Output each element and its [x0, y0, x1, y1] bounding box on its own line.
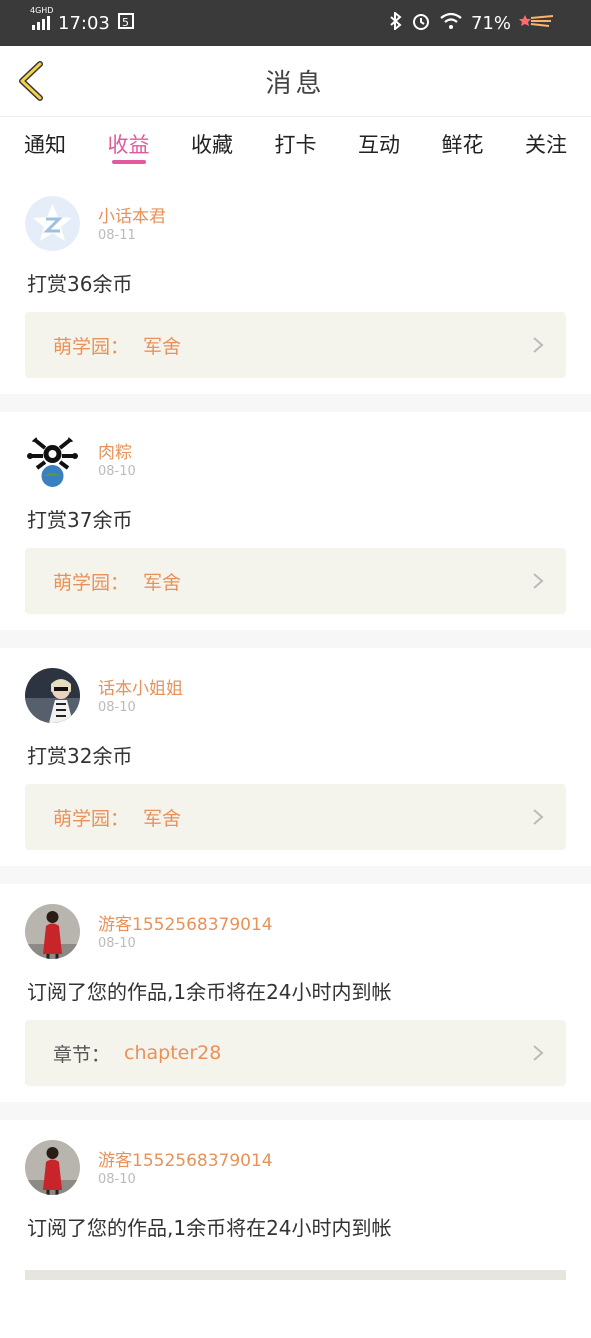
battery-text: 71% — [470, 12, 511, 34]
chapter-link-panel-partial[interactable] — [25, 1270, 566, 1280]
message-date: 08-10 — [98, 700, 136, 715]
sender-name[interactable]: 话本小姐姐 — [98, 674, 183, 699]
z-logo-icon — [25, 196, 80, 251]
chevron-right-icon — [533, 573, 544, 589]
page-title: 消息 — [265, 68, 326, 99]
chevron-right-icon — [533, 809, 544, 825]
alarm-icon — [411, 11, 431, 36]
sender-name[interactable]: 肉粽 — [98, 438, 132, 463]
panel-value: chapter28 — [124, 1042, 222, 1064]
message-item: 游客1552568379014 08-10 订阅了您的作品,1余币将在24小时内… — [0, 884, 591, 1120]
bluetooth-icon — [389, 10, 403, 35]
user-photo-icon — [25, 668, 80, 723]
back-chevron-icon — [14, 61, 48, 106]
user-photo-icon — [25, 904, 80, 959]
message-item: 肉粽 08-10 打赏37余币 萌学园： 军舍 — [0, 412, 591, 648]
panel-value: 军舍 — [143, 807, 182, 830]
panel-label: 萌学园： — [53, 335, 130, 358]
panel-label: 萌学园： — [53, 807, 130, 830]
tab-flowers[interactable]: 鲜花 — [442, 117, 484, 170]
message-text: 订阅了您的作品,1余币将在24小时内到帐 — [27, 980, 392, 1004]
message-item: 小话本君 08-11 打赏36余币 萌学园： 军舍 — [0, 176, 591, 412]
panel-value: 军舍 — [143, 571, 182, 594]
panel-label: 萌学园： — [53, 571, 130, 594]
back-button[interactable] — [14, 60, 48, 102]
tab-favorites[interactable]: 收藏 — [191, 117, 233, 170]
panel-label: 章节： — [53, 1043, 111, 1066]
chevron-right-icon — [533, 1045, 544, 1061]
cartoon-avatar-icon — [25, 432, 80, 487]
svg-text:5: 5 — [122, 16, 129, 29]
sender-name[interactable]: 游客1552568379014 — [98, 1146, 273, 1171]
avatar[interactable] — [25, 904, 80, 959]
chevron-right-icon — [533, 337, 544, 353]
tab-follows[interactable]: 关注 — [525, 117, 567, 170]
shooting-star-icon — [519, 13, 554, 34]
tab-interactions[interactable]: 互动 — [358, 117, 400, 170]
sender-name[interactable]: 小话本君 — [98, 202, 166, 227]
tab-bar: 通知 收益 收藏 打卡 互动 鲜花 关注 — [0, 116, 591, 170]
tab-earnings[interactable]: 收益 — [108, 117, 150, 170]
panel-value: 军舍 — [143, 335, 182, 358]
message-date: 08-10 — [98, 1172, 136, 1187]
message-text: 订阅了您的作品,1余币将在24小时内到帐 — [27, 1216, 392, 1240]
tab-notifications[interactable]: 通知 — [24, 117, 66, 170]
avatar[interactable] — [25, 1140, 80, 1195]
avatar[interactable] — [25, 196, 80, 251]
status-bar: 4GHD 17:03 5 71% — [0, 0, 591, 46]
message-item: 游客1552568379014 08-10 订阅了您的作品,1余币将在24小时内… — [0, 1120, 591, 1338]
message-text: 打赏36余币 — [27, 272, 133, 296]
avatar[interactable] — [25, 668, 80, 723]
avatar[interactable] — [25, 432, 80, 487]
chapter-link-panel[interactable]: 章节： chapter28 — [25, 1020, 566, 1086]
message-text: 打赏37余币 — [27, 508, 133, 532]
message-date: 08-10 — [98, 936, 136, 951]
work-link-panel[interactable]: 萌学园： 军舍 — [25, 312, 566, 378]
message-text: 打赏32余币 — [27, 744, 133, 768]
message-date: 08-10 — [98, 464, 136, 479]
work-link-panel[interactable]: 萌学园： 军舍 — [25, 784, 566, 850]
app-notification-icon: 5 — [117, 12, 134, 34]
message-item: 话本小姐姐 08-10 打赏32余币 萌学园： 军舍 — [0, 648, 591, 884]
work-link-panel[interactable]: 萌学园： 军舍 — [25, 548, 566, 614]
user-photo-icon — [25, 1140, 80, 1195]
wifi-icon — [439, 12, 463, 35]
sender-name[interactable]: 游客1552568379014 — [98, 910, 273, 935]
header: 消息 — [0, 46, 591, 116]
message-date: 08-11 — [98, 228, 136, 243]
status-time: 17:03 — [58, 12, 110, 34]
tab-checkin[interactable]: 打卡 — [275, 117, 317, 170]
signal-icon: 4GHD — [30, 6, 53, 30]
message-list: 小话本君 08-11 打赏36余币 萌学园： 军舍 肉粽 08-10 打赏37余… — [0, 176, 591, 1338]
